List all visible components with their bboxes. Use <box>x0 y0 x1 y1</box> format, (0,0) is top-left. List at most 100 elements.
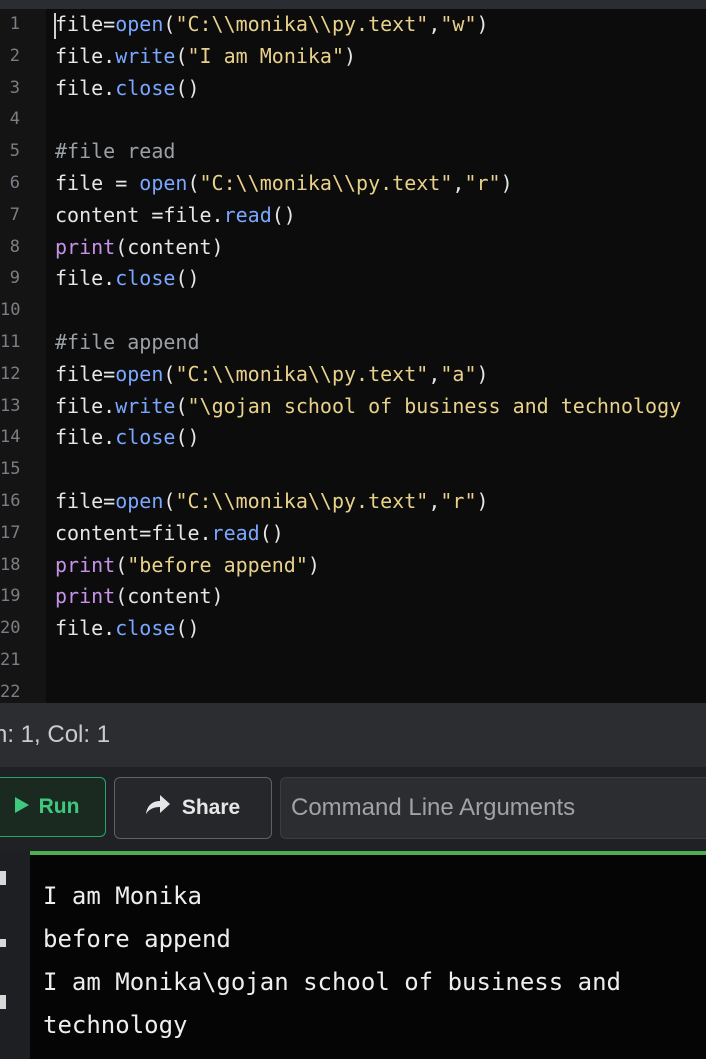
line-number: 14 <box>0 427 21 448</box>
code-token: () <box>175 266 200 291</box>
code-token: () <box>175 75 200 100</box>
line-number: 19 <box>0 586 21 607</box>
code-line: file.close() <box>55 263 200 295</box>
code-token: (content) <box>115 584 224 609</box>
code-editor[interactable]: 1 2 3 4 5 6 7 8 9 10 11 12 13 14 15 16 17 18 19 20 21 22 file… <box>0 9 706 703</box>
line-number: 12 <box>0 363 21 384</box>
output-line: technology <box>43 1011 188 1039</box>
code-token: close <box>115 75 176 100</box>
code-token: open <box>139 171 188 195</box>
share-arrow-icon <box>145 795 170 821</box>
code-line: file.close() <box>55 613 200 645</box>
code-token: , <box>428 12 441 36</box>
share-button[interactable]: Share <box>114 777 272 839</box>
line-number: 11 <box>0 332 21 352</box>
line-number: 4 <box>9 109 20 130</box>
code-line: file=open("C:\\monika\\py.text","r") <box>55 486 489 518</box>
code-token: read <box>223 202 272 227</box>
code-token: ( <box>163 361 176 386</box>
code-line: #file append <box>55 327 200 359</box>
code-token: ) <box>307 552 320 577</box>
code-token: ) <box>476 489 489 513</box>
line-number: 5 <box>9 141 20 162</box>
line-number: 15 <box>0 459 21 480</box>
code-line: #file read <box>55 136 175 168</box>
line-number: 1 <box>9 14 20 34</box>
code-token: file= <box>55 489 116 513</box>
code-token: close <box>115 616 176 641</box>
code-line: print(content) <box>55 581 224 613</box>
code-token: open <box>115 12 164 36</box>
code-line: file.close() <box>55 73 200 105</box>
code-token: ( <box>175 393 188 418</box>
line-number: 7 <box>9 204 20 225</box>
line-number: 13 <box>0 395 21 416</box>
run-toolbar: Run Share <box>0 767 706 851</box>
code-token: () <box>175 616 200 641</box>
code-token: ( <box>163 489 176 513</box>
line-number: 6 <box>9 173 20 193</box>
code-token: () <box>259 520 284 545</box>
line-number: 16 <box>0 491 21 511</box>
line-number: 20 <box>0 618 21 639</box>
code-token: ( <box>175 43 188 68</box>
run-button[interactable]: Run <box>0 777 106 837</box>
code-token: write <box>115 393 176 418</box>
code-token: file= <box>55 361 116 386</box>
code-token: , <box>428 489 441 513</box>
code-token: , <box>452 171 465 195</box>
code-token: #file append <box>55 330 200 354</box>
code-token: "r" <box>464 171 501 195</box>
code-line: file=open("C:\\monika\\py.text","a") <box>55 359 489 391</box>
output-section: I am Monika before append I am Monika\goja… <box>0 851 706 1059</box>
code-token: ) <box>500 171 513 195</box>
code-token: file. <box>55 266 116 291</box>
code-line: content =file.read() <box>55 200 296 232</box>
code-token: close <box>115 425 176 450</box>
code-token: "C:\\monika\\py.text" <box>175 12 429 36</box>
code-line: file = open("C:\\monika\\py.text","r") <box>55 168 513 200</box>
code-token: "C:\\monika\\py.text" <box>175 361 429 386</box>
line-number: 22 <box>0 681 21 702</box>
code-token: "\gojan school of business and technolog… <box>187 393 682 418</box>
code-token: #file read <box>55 139 176 164</box>
cursor-position-label: n: 1, Col: 1 <box>0 721 111 748</box>
code-token: content=file. <box>55 520 212 545</box>
code-token: () <box>271 202 296 227</box>
code-line: print("before append") <box>55 550 320 582</box>
code-token: ) <box>476 361 489 386</box>
code-token: "a" <box>440 361 477 386</box>
line-number: 2 <box>9 45 20 66</box>
code-token: open <box>115 489 164 513</box>
line-number: 21 <box>0 650 21 670</box>
code-token: file = <box>55 171 140 195</box>
code-token: file. <box>55 43 116 68</box>
output-line: I am Monika\gojan school of business and <box>43 968 621 996</box>
line-number: 10 <box>0 300 21 321</box>
code-token: close <box>115 266 176 291</box>
line-number: 17 <box>0 522 21 543</box>
code-token: read <box>211 520 260 545</box>
line-number: 8 <box>9 236 20 257</box>
code-token: "C:\\monika\\py.text" <box>199 171 453 195</box>
code-token: , <box>428 361 441 386</box>
share-button-label: Share <box>181 796 241 819</box>
code-token: ( <box>115 552 128 577</box>
side-glyph <box>0 871 6 885</box>
code-token: file. <box>55 75 116 100</box>
code-line: file.write("\gojan school of business an… <box>55 391 681 423</box>
side-glyph <box>0 939 6 947</box>
command-line-arguments-input[interactable] <box>280 777 706 839</box>
line-number-gutter: 1 2 3 4 5 6 7 8 9 10 11 12 13 14 15 16 17 18 19 20 21 22 <box>0 9 46 703</box>
run-button-label: Run <box>38 795 80 818</box>
play-icon <box>14 795 29 819</box>
line-number: 18 <box>0 554 21 575</box>
code-line: content=file.read() <box>55 518 284 550</box>
code-token: file. <box>55 616 116 641</box>
side-glyph <box>0 995 6 1009</box>
status-bar: n: 1, Col: 1 <box>0 703 706 767</box>
code-token: "w" <box>440 12 477 36</box>
output-console[interactable]: I am Monika before append I am Monika\goja… <box>30 851 706 1059</box>
code-token: (content) <box>115 234 224 259</box>
line-number: 9 <box>9 268 20 289</box>
